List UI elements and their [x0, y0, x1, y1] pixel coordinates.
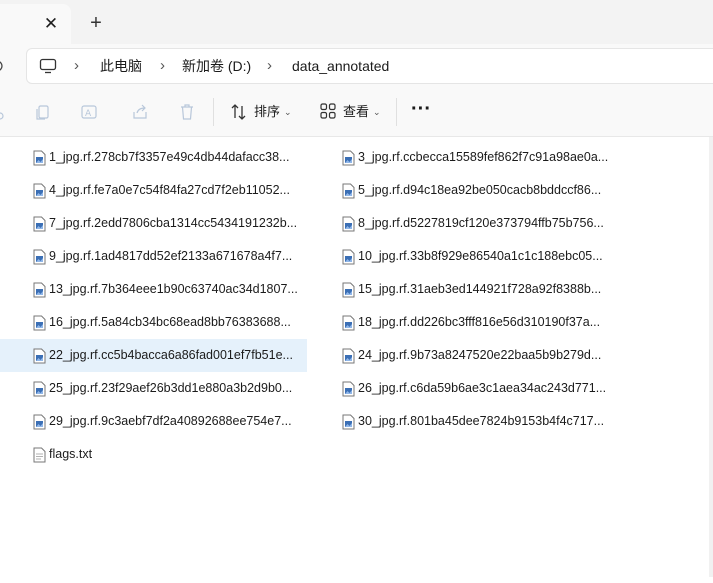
image-file-icon [33, 183, 46, 199]
file-name: 7_jpg.rf.2edd7806cba1314cc5434191232b... [49, 216, 298, 230]
refresh-icon[interactable] [0, 56, 4, 76]
image-file-icon [33, 315, 46, 331]
file-item[interactable]: 26_jpg.rf.c6da59b6ae3c1aea34ac243d771... [309, 372, 629, 405]
address-bar[interactable]: › 此电脑 › 新加卷 (D:) › data_annotated [26, 48, 713, 84]
file-name: 26_jpg.rf.c6da59b6ae3c1aea34ac243d771... [358, 381, 607, 395]
more-options-button[interactable]: ··· [410, 98, 432, 126]
toolbar-divider [213, 98, 214, 126]
file-name: flags.txt [49, 447, 93, 461]
file-name: 29_jpg.rf.9c3aebf7df2a40892688ee754e7... [49, 414, 292, 428]
image-file-icon [342, 150, 355, 166]
file-name: 1_jpg.rf.278cb7f3357e49c4db44dafacc38... [49, 150, 290, 164]
breadcrumb-this-pc[interactable]: 此电脑 [100, 49, 142, 83]
breadcrumb-drive-d[interactable]: 新加卷 (D:) [182, 49, 251, 83]
svg-text:A: A [85, 109, 92, 119]
image-file-icon [33, 150, 46, 166]
delete-icon[interactable] [177, 102, 197, 122]
command-bar: A 排序 ⌄ 查看 ⌄ ··· [0, 88, 713, 137]
file-item[interactable]: flags.txt [0, 438, 307, 471]
copy-icon[interactable] [33, 102, 53, 122]
file-name: 8_jpg.rf.d5227819cf120e373794ffb75b756..… [358, 216, 604, 230]
image-file-icon [342, 348, 355, 364]
breadcrumb-separator-icon[interactable]: › [160, 49, 165, 83]
image-file-icon [33, 282, 46, 298]
file-name: 15_jpg.rf.31aeb3ed144921f728a92f8388b... [358, 282, 602, 296]
tab-strip: ✕ + [0, 0, 713, 44]
file-item[interactable]: 7_jpg.rf.2edd7806cba1314cc5434191232b... [0, 207, 307, 240]
file-name: 16_jpg.rf.5a84cb34bc68ead8bb76383688... [49, 315, 291, 329]
file-item[interactable]: 4_jpg.rf.fe7a0e7c54f84fa27cd7f2eb11052..… [0, 174, 307, 207]
file-item[interactable]: 9_jpg.rf.1ad4817dd52ef2133a671678a4f7... [0, 240, 307, 273]
text-file-icon [33, 447, 46, 463]
file-item[interactable]: 8_jpg.rf.d5227819cf120e373794ffb75b756..… [309, 207, 629, 240]
file-item[interactable]: 3_jpg.rf.ccbecca15589fef862f7c91a98ae0a.… [309, 141, 629, 174]
file-item[interactable]: 1_jpg.rf.278cb7f3357e49c4db44dafacc38... [0, 141, 307, 174]
image-file-icon [33, 381, 46, 397]
file-item[interactable]: 16_jpg.rf.5a84cb34bc68ead8bb76383688... [0, 306, 307, 339]
file-item[interactable]: 15_jpg.rf.31aeb3ed144921f728a92f8388b... [309, 273, 629, 306]
file-name: 10_jpg.rf.33b8f929e86540a1c1c188ebc05... [358, 249, 603, 263]
toolbar-divider [396, 98, 397, 126]
file-name: 18_jpg.rf.dd226bc3fff816e56d310190f37a..… [358, 315, 601, 329]
file-list: 1_jpg.rf.278cb7f3357e49c4db44dafacc38...… [0, 137, 713, 583]
chevron-down-icon: ⌄ [284, 107, 292, 117]
breadcrumb-separator-icon[interactable]: › [74, 49, 79, 83]
file-item[interactable]: 22_jpg.rf.cc5b4bacca6a86fad001ef7fb51e..… [0, 339, 307, 372]
image-file-icon [33, 348, 46, 364]
active-tab[interactable]: ✕ [0, 4, 71, 44]
view-label: 查看 [343, 104, 370, 119]
image-file-icon [33, 216, 46, 232]
file-name: 4_jpg.rf.fe7a0e7c54f84fa27cd7f2eb11052..… [49, 183, 290, 197]
file-name: 9_jpg.rf.1ad4817dd52ef2133a671678a4f7... [49, 249, 293, 263]
file-item[interactable]: 10_jpg.rf.33b8f929e86540a1c1c188ebc05... [309, 240, 629, 273]
file-name: 5_jpg.rf.d94c18ea92be050cacb8bddccf86... [358, 183, 602, 197]
file-item[interactable]: 13_jpg.rf.7b364eee1b90c63740ac34d1807... [0, 273, 307, 306]
image-file-icon [342, 183, 355, 199]
image-file-icon [342, 315, 355, 331]
view-button[interactable]: 查看 ⌄ [319, 98, 383, 126]
file-item[interactable]: 25_jpg.rf.23f29aef26b3dd1e880a3b2d9b0... [0, 372, 307, 405]
image-file-icon [342, 414, 355, 430]
file-name: 3_jpg.rf.ccbecca15589fef862f7c91a98ae0a.… [358, 150, 609, 164]
computer-icon[interactable] [39, 58, 57, 74]
close-tab-icon[interactable]: ✕ [43, 15, 59, 32]
file-name: 22_jpg.rf.cc5b4bacca6a86fad001ef7fb51e..… [49, 348, 293, 362]
file-item[interactable]: 5_jpg.rf.d94c18ea92be050cacb8bddccf86... [309, 174, 629, 207]
new-tab-icon[interactable]: + [86, 13, 106, 33]
sort-icon [230, 102, 250, 122]
breadcrumb-separator-icon[interactable]: › [267, 49, 272, 83]
file-item[interactable]: 24_jpg.rf.9b73a8247520e22baa5b9b279d... [309, 339, 629, 372]
vertical-scrollbar[interactable] [709, 137, 713, 577]
file-item[interactable]: 18_jpg.rf.dd226bc3fff816e56d310190f37a..… [309, 306, 629, 339]
file-name: 24_jpg.rf.9b73a8247520e22baa5b9b279d... [358, 348, 602, 362]
file-item[interactable]: 29_jpg.rf.9c3aebf7df2a40892688ee754e7... [0, 405, 307, 438]
address-row: › 此电脑 › 新加卷 (D:) › data_annotated [0, 44, 713, 88]
image-file-icon [33, 414, 46, 430]
image-file-icon [342, 249, 355, 265]
sort-label: 排序 [254, 104, 281, 119]
chevron-down-icon: ⌄ [373, 107, 381, 117]
image-file-icon [342, 216, 355, 232]
rename-icon[interactable]: A [80, 102, 100, 122]
share-icon[interactable] [130, 102, 150, 122]
file-name: 25_jpg.rf.23f29aef26b3dd1e880a3b2d9b0... [49, 381, 293, 395]
image-file-icon [33, 249, 46, 265]
file-item[interactable]: 30_jpg.rf.801ba45dee7824b9153b4f4c717... [309, 405, 629, 438]
view-icon [319, 102, 339, 122]
file-name: 13_jpg.rf.7b364eee1b90c63740ac34d1807... [49, 282, 298, 296]
image-file-icon [342, 381, 355, 397]
breadcrumb-data-annotated[interactable]: data_annotated [292, 49, 389, 83]
image-file-icon [342, 282, 355, 298]
sort-button[interactable]: 排序 ⌄ [230, 98, 294, 126]
file-name: 30_jpg.rf.801ba45dee7824b9153b4f4c717... [358, 414, 605, 428]
cut-icon[interactable] [0, 102, 10, 122]
